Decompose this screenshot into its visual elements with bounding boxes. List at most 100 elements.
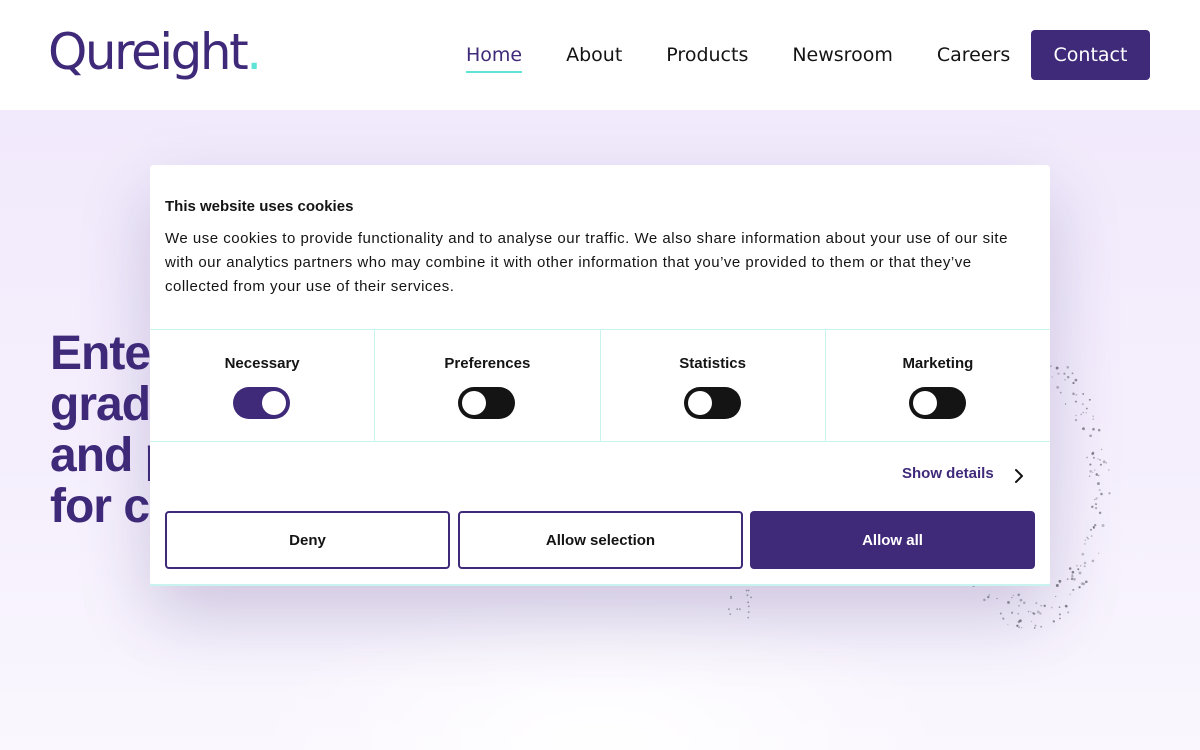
particle-dot (1074, 400, 1077, 403)
particle-dot (1002, 617, 1005, 620)
particle-dot (1075, 414, 1077, 417)
particle-dot (1091, 505, 1094, 509)
necessary-toggle[interactable] (233, 387, 291, 419)
show-details-link[interactable]: Show details (902, 465, 994, 482)
particle-dot (1012, 594, 1015, 597)
toggle-label-necessary: Necessary (224, 355, 300, 372)
particle-dot (1007, 600, 1010, 604)
particle-dot (1035, 602, 1038, 605)
particle-dot (1050, 365, 1052, 367)
particle-dot (1081, 552, 1085, 556)
particle-dot (1093, 523, 1097, 527)
particle-dot (1093, 498, 1096, 501)
particle-dot (1079, 565, 1082, 567)
particle-dot (1095, 503, 1098, 506)
particle-dot (1064, 379, 1066, 381)
particle-dot (1086, 536, 1088, 539)
hero-title-line: grad (50, 378, 151, 431)
particle-dot (1017, 593, 1020, 597)
nav-link-products[interactable]: Products (666, 43, 748, 67)
toggle-label-preferences: Preferences (444, 355, 531, 372)
particle-dot (1055, 366, 1059, 370)
deny-button[interactable]: Deny (165, 511, 450, 569)
particle-dot (1072, 381, 1075, 385)
particle-dot (1073, 577, 1076, 581)
particle-dot (1102, 460, 1106, 464)
particle-dot (1027, 610, 1030, 613)
contact-button[interactable]: Contact (1031, 30, 1150, 80)
particle-dot (1095, 497, 1098, 500)
particle-dot (1074, 378, 1078, 382)
particle-dot (1094, 469, 1096, 471)
main-nav: Home About Products Newsroom Careers (466, 30, 1010, 80)
cookie-consent-dialog: This website uses cookies We use cookies… (150, 165, 1050, 586)
toggle-knob (462, 391, 487, 415)
particle-dot (1096, 482, 1100, 486)
particle-dot (747, 589, 750, 592)
particle-dot (1058, 606, 1061, 608)
statistics-toggle[interactable] (683, 387, 741, 419)
particle-dot (1090, 535, 1093, 537)
particle-dot (1030, 611, 1032, 613)
qureight-logo[interactable]: Qureight. (48, 22, 262, 82)
particle-dot (1077, 568, 1080, 571)
dialog-description: We use cookies to provide functionality … (165, 230, 1008, 295)
toggle-label-statistics: Statistics (679, 355, 746, 372)
particle-dot (1099, 459, 1101, 461)
site-header: Qureight. Home About Products Newsroom C… (0, 0, 1200, 110)
particle-dot (1097, 458, 1099, 460)
particle-dot (1082, 403, 1084, 405)
marketing-toggle[interactable] (908, 387, 966, 419)
particle-dot (1084, 580, 1088, 584)
particle-dot (1032, 612, 1036, 616)
particle-dot (1070, 577, 1074, 581)
particle-dot (1067, 611, 1070, 614)
particle-dot (1083, 561, 1087, 565)
particle-dot (1055, 584, 1059, 587)
toggle-cell-preferences: Preferences (375, 330, 601, 441)
particle-dot (1107, 469, 1110, 471)
particle-dot (1091, 451, 1095, 455)
particle-dot (1057, 372, 1060, 375)
particle-dot (1058, 579, 1062, 583)
particle-dot (1030, 620, 1033, 623)
particle-dot (728, 608, 730, 611)
toggle-cell-necessary: Necessary (150, 330, 376, 441)
particle-dot (1078, 586, 1081, 589)
particle-dot (1092, 456, 1095, 459)
particle-dot (1082, 427, 1085, 431)
particle-dot (1018, 626, 1021, 629)
particle-dot (1050, 606, 1053, 609)
toggle-knob (912, 391, 937, 415)
particle-dot (1108, 492, 1111, 495)
particle-dot (1066, 578, 1069, 580)
particle-dot (1080, 582, 1084, 585)
preferences-toggle[interactable] (458, 387, 516, 419)
allow-selection-button[interactable]: Allow selection (458, 511, 743, 569)
particle-dot (1064, 403, 1067, 405)
particle-dot (983, 598, 986, 602)
chevron-right-icon[interactable] (1012, 466, 1026, 486)
nav-link-about[interactable]: About (566, 43, 622, 67)
particle-dot (730, 595, 732, 598)
nav-link-home[interactable]: Home (466, 43, 523, 73)
nav-link-careers[interactable]: Careers (937, 43, 1010, 67)
toggle-knob (262, 391, 287, 415)
particle-dot (1036, 610, 1040, 614)
particle-dot (1018, 604, 1020, 607)
particle-dot (1063, 372, 1066, 375)
particle-dot (1055, 595, 1057, 598)
particle-dot (747, 616, 750, 619)
particle-dot (987, 596, 990, 599)
particle-dot (1085, 407, 1088, 410)
particle-dot (1059, 617, 1061, 620)
particle-dot (1082, 392, 1085, 395)
hero-title-line: Ente (50, 327, 151, 380)
particle-dot (1098, 511, 1102, 515)
toggle-label-marketing: Marketing (902, 355, 974, 372)
nav-link-newsroom[interactable]: Newsroom (792, 43, 893, 67)
allow-all-button[interactable]: Allow all (750, 511, 1035, 569)
particle-dot (1087, 538, 1089, 540)
particle-dot (1072, 392, 1075, 396)
particle-dot (1100, 448, 1103, 451)
